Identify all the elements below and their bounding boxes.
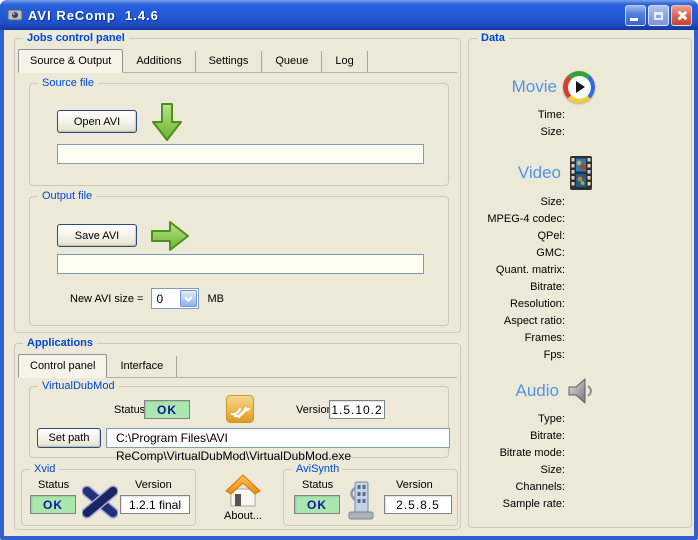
audio-section-heading: Audio — [469, 375, 691, 407]
applications-label: Applications — [23, 336, 97, 350]
source-file-group: Source file Open AVI — [29, 83, 449, 186]
close-button[interactable] — [671, 5, 692, 26]
video-codec-label: MPEG-4 codec: — [469, 211, 565, 228]
video-resolution-label: Resolution: — [469, 296, 565, 313]
movie-section-heading: Movie — [469, 71, 691, 103]
jobs-control-panel: Jobs control panel Source & Output Addit… — [14, 38, 461, 333]
avisynth-version-label: Version — [396, 479, 433, 491]
green-down-arrow-icon — [150, 102, 184, 144]
data-panel: Data Movie Time: Size: Video — [468, 38, 692, 528]
media-play-icon — [563, 71, 595, 103]
app-logo-icon — [7, 7, 23, 23]
movie-size-label: Size: — [469, 124, 565, 141]
vdm-version-value: 1.5.10.2 — [329, 400, 385, 419]
titlebar[interactable]: AVI ReComp 1.4.6 — [0, 0, 698, 30]
video-frames-label: Frames: — [469, 330, 565, 347]
xvid-x-icon — [82, 482, 118, 522]
virtualdubmod-group: VirtualDubMod Status OK Version 1.5.10.2… — [29, 386, 449, 458]
vdm-path-field[interactable]: C:\Program Files\AVI ReComp\VirtualDubMo… — [106, 428, 450, 448]
movie-heading: Movie — [512, 77, 557, 97]
xvid-label: Xvid — [30, 462, 59, 476]
source-file-label: Source file — [38, 76, 98, 90]
vdm-version-label: Version — [296, 404, 333, 416]
avisynth-group: AviSynth Status OK Version 2.5.8.5 — [283, 469, 458, 526]
video-fps-label: Fps: — [469, 347, 565, 364]
video-qpel-label: QPel: — [469, 228, 565, 245]
audio-heading: Audio — [516, 381, 559, 401]
avisynth-status-label: Status — [302, 479, 333, 491]
set-path-button[interactable]: Set path — [37, 428, 101, 448]
video-bitrate-label: Bitrate: — [469, 279, 565, 296]
source-path-input[interactable] — [57, 144, 424, 164]
video-heading: Video — [518, 163, 561, 183]
window-controls — [625, 5, 692, 26]
video-size-label: Size: — [469, 194, 565, 211]
maximize-button — [648, 5, 669, 26]
open-avi-button[interactable]: Open AVI — [57, 110, 137, 133]
vdm-status-label: Status — [114, 404, 145, 416]
green-right-arrow-icon — [150, 219, 192, 253]
avisynth-label: AviSynth — [292, 462, 343, 476]
avisynth-app-icon — [346, 480, 376, 522]
applications-panel: Applications Control panel Interface Vir… — [14, 343, 461, 530]
audio-size-label: Size: — [469, 462, 565, 479]
audio-type-label: Type: — [469, 411, 565, 428]
new-avi-size-label: New AVI size = — [70, 293, 143, 305]
avisynth-version-value: 2.5.8.5 — [384, 495, 452, 514]
tab-interface[interactable]: Interface — [107, 356, 177, 377]
applications-tabs: Control panel Interface — [18, 354, 457, 378]
xvid-version-value: 1.2.1 final — [120, 495, 190, 514]
video-quant-matrix-label: Quant. matrix: — [469, 262, 565, 279]
tab-source-output[interactable]: Source & Output — [18, 49, 123, 73]
film-strip-icon — [567, 156, 595, 190]
about-button[interactable]: About... — [215, 473, 271, 522]
speaker-icon — [565, 375, 595, 407]
xvid-group: Xvid Status OK Version 1.2.1 final — [21, 469, 196, 526]
video-section-heading: Video — [469, 156, 691, 190]
jobs-control-panel-label: Jobs control panel — [23, 31, 129, 45]
minimize-icon — [630, 18, 638, 21]
video-fields: Size: MPEG-4 codec: QPel: GMC: Quant. ma… — [469, 194, 565, 364]
audio-bitrate-mode-label: Bitrate mode: — [469, 445, 565, 462]
new-avi-size-row: New AVI size = 0 MB — [70, 288, 224, 309]
audio-channels-label: Channels: — [469, 479, 565, 496]
xvid-status-label: Status — [38, 479, 69, 491]
window-title: AVI ReComp 1.4.6 — [28, 8, 159, 23]
output-file-label: Output file — [38, 189, 96, 203]
tab-queue[interactable]: Queue — [262, 51, 322, 72]
data-panel-label: Data — [477, 31, 509, 45]
movie-fields: Time: Size: — [469, 107, 565, 141]
house-icon — [223, 473, 263, 509]
virtualdubmod-label: VirtualDubMod — [38, 379, 119, 393]
tab-control-panel[interactable]: Control panel — [18, 354, 107, 378]
about-button-label: About... — [224, 510, 262, 522]
avisynth-status-badge: OK — [294, 495, 340, 514]
chevron-down-icon[interactable] — [180, 290, 197, 307]
output-path-input[interactable] — [57, 254, 424, 274]
output-file-group: Output file Save AVI New AVI size = 0 — [29, 196, 449, 326]
avi-size-unit-label: MB — [207, 293, 224, 305]
save-avi-button[interactable]: Save AVI — [57, 224, 137, 247]
xvid-status-badge: OK — [30, 495, 76, 514]
audio-sample-rate-label: Sample rate: — [469, 496, 565, 513]
audio-bitrate-label: Bitrate: — [469, 428, 565, 445]
xvid-version-label: Version — [135, 479, 172, 491]
close-icon — [676, 10, 687, 21]
video-aspect-ratio-label: Aspect ratio: — [469, 313, 565, 330]
virtualdubmod-app-icon — [226, 395, 254, 423]
vdm-status-badge: OK — [144, 400, 190, 419]
jobs-tabs: Source & Output Additions Settings Queue… — [18, 49, 457, 73]
movie-time-label: Time: — [469, 107, 565, 124]
audio-fields: Type: Bitrate: Bitrate mode: Size: Chann… — [469, 411, 565, 513]
avi-size-value: 0 — [152, 289, 179, 308]
tab-log[interactable]: Log — [322, 51, 367, 72]
client-area: Jobs control panel Source & Output Addit… — [4, 30, 694, 536]
tab-additions[interactable]: Additions — [123, 51, 195, 72]
avi-size-select[interactable]: 0 — [151, 288, 199, 309]
tab-settings[interactable]: Settings — [196, 51, 263, 72]
maximize-icon — [654, 12, 663, 20]
minimize-button[interactable] — [625, 5, 646, 26]
video-gmc-label: GMC: — [469, 245, 565, 262]
app-window: AVI ReComp 1.4.6 Jobs control panel Sour… — [0, 0, 698, 540]
